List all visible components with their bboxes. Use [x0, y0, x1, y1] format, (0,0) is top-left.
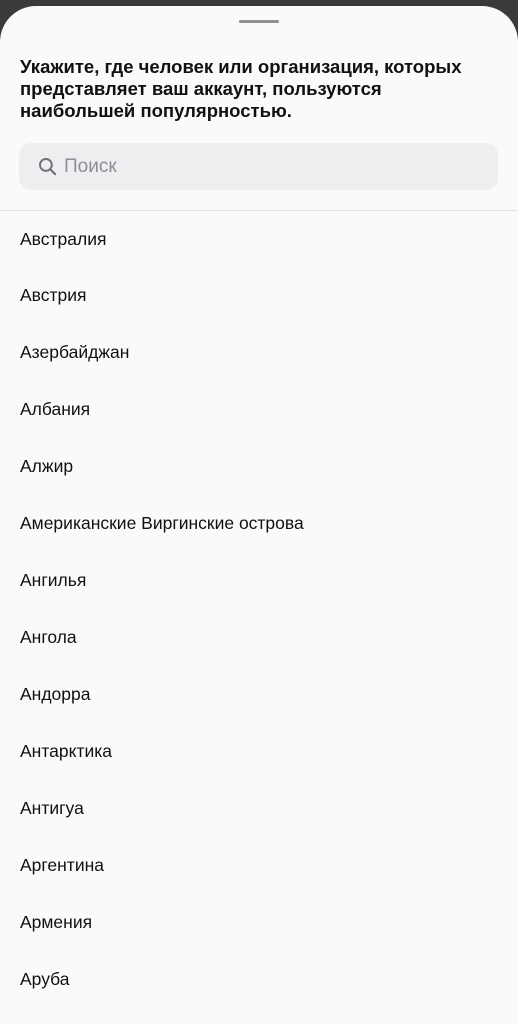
- country-list-item[interactable]: Азербайджан: [0, 324, 518, 381]
- country-list-item[interactable]: Алжир: [0, 438, 518, 495]
- country-list: Австралия Австрия Азербайджан Албания Ал…: [0, 211, 518, 1008]
- country-list-item[interactable]: Антарктика: [0, 723, 518, 780]
- country-list-item[interactable]: Аруба: [0, 951, 518, 1008]
- sheet-title: Укажите, где человек или организация, ко…: [20, 56, 462, 121]
- bottom-sheet: Укажите, где человек или организация, ко…: [0, 6, 518, 1024]
- country-list-item[interactable]: Американские Виргинские острова: [0, 495, 518, 552]
- country-list-item[interactable]: Албания: [0, 381, 518, 438]
- country-list-item[interactable]: Австрия: [0, 267, 518, 324]
- search-icon: [37, 157, 57, 177]
- sheet-grabber-handle[interactable]: [239, 20, 279, 23]
- search-bar[interactable]: [19, 143, 498, 190]
- country-list-item[interactable]: Австралия: [0, 211, 518, 267]
- country-list-item[interactable]: Андорра: [0, 666, 518, 723]
- country-list-item[interactable]: Антигуа: [0, 780, 518, 837]
- country-list-item[interactable]: Аргентина: [0, 837, 518, 894]
- search-input[interactable]: [57, 143, 498, 190]
- country-list-item[interactable]: Ангилья: [0, 552, 518, 609]
- country-list-item[interactable]: Ангола: [0, 609, 518, 666]
- country-list-item[interactable]: Армения: [0, 894, 518, 951]
